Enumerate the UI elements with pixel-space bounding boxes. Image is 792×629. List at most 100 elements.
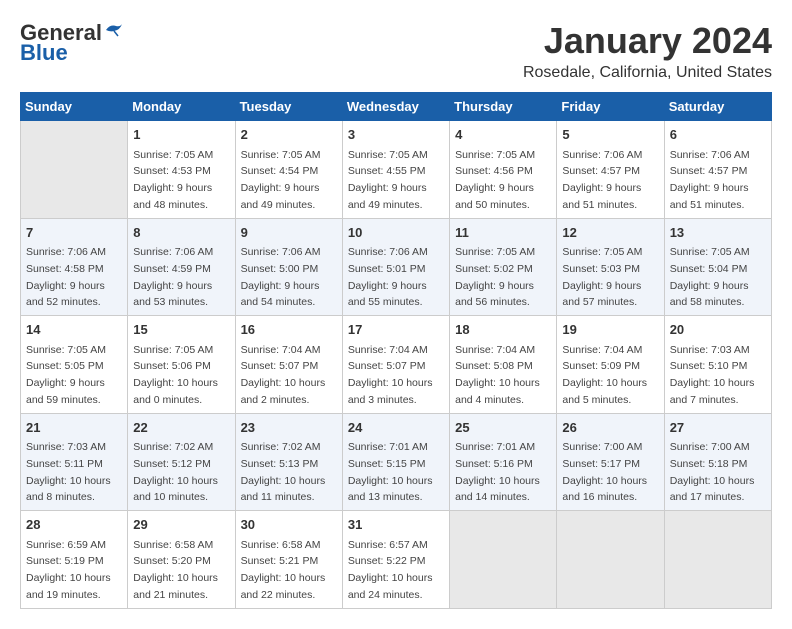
day-info: Sunrise: 7:04 AM Sunset: 5:09 PM Dayligh… <box>562 344 647 406</box>
week-row-4: 21 Sunrise: 7:03 AM Sunset: 5:11 PM Dayli… <box>21 413 772 511</box>
day-cell: 22 Sunrise: 7:02 AM Sunset: 5:12 PM Dayli… <box>128 413 235 511</box>
day-info: Sunrise: 7:05 AM Sunset: 5:04 PM Dayligh… <box>670 246 750 308</box>
day-cell: 19 Sunrise: 7:04 AM Sunset: 5:09 PM Dayli… <box>557 316 664 414</box>
month-title: January 2024 <box>523 20 772 62</box>
day-cell: 29 Sunrise: 6:58 AM Sunset: 5:20 PM Dayli… <box>128 511 235 609</box>
day-cell: 13 Sunrise: 7:05 AM Sunset: 5:04 PM Dayli… <box>664 218 771 316</box>
day-info: Sunrise: 7:05 AM Sunset: 5:02 PM Dayligh… <box>455 246 535 308</box>
day-number: 4 <box>455 125 551 145</box>
day-number: 15 <box>133 320 229 340</box>
day-number: 14 <box>26 320 122 340</box>
day-info: Sunrise: 6:58 AM Sunset: 5:20 PM Dayligh… <box>133 539 218 601</box>
day-cell: 16 Sunrise: 7:04 AM Sunset: 5:07 PM Dayli… <box>235 316 342 414</box>
day-cell: 7 Sunrise: 7:06 AM Sunset: 4:58 PM Daylig… <box>21 218 128 316</box>
week-row-3: 14 Sunrise: 7:05 AM Sunset: 5:05 PM Dayli… <box>21 316 772 414</box>
day-number: 13 <box>670 223 766 243</box>
day-number: 9 <box>241 223 337 243</box>
day-number: 31 <box>348 515 444 535</box>
day-info: Sunrise: 7:06 AM Sunset: 5:00 PM Dayligh… <box>241 246 321 308</box>
day-info: Sunrise: 7:05 AM Sunset: 4:53 PM Dayligh… <box>133 149 213 211</box>
day-cell: 3 Sunrise: 7:05 AM Sunset: 4:55 PM Daylig… <box>342 121 449 219</box>
week-row-1: 1 Sunrise: 7:05 AM Sunset: 4:53 PM Daylig… <box>21 121 772 219</box>
day-info: Sunrise: 7:03 AM Sunset: 5:10 PM Dayligh… <box>670 344 755 406</box>
day-cell <box>664 511 771 609</box>
day-info: Sunrise: 7:05 AM Sunset: 4:56 PM Dayligh… <box>455 149 535 211</box>
day-info: Sunrise: 7:05 AM Sunset: 5:03 PM Dayligh… <box>562 246 642 308</box>
location-text: Rosedale, California, United States <box>523 64 772 82</box>
header-cell-wednesday: Wednesday <box>342 93 449 121</box>
day-number: 18 <box>455 320 551 340</box>
day-number: 6 <box>670 125 766 145</box>
day-cell: 18 Sunrise: 7:04 AM Sunset: 5:08 PM Dayli… <box>450 316 557 414</box>
day-info: Sunrise: 7:05 AM Sunset: 5:06 PM Dayligh… <box>133 344 218 406</box>
day-cell: 27 Sunrise: 7:00 AM Sunset: 5:18 PM Dayli… <box>664 413 771 511</box>
header-cell-monday: Monday <box>128 93 235 121</box>
day-number: 20 <box>670 320 766 340</box>
day-number: 2 <box>241 125 337 145</box>
day-number: 24 <box>348 418 444 438</box>
day-info: Sunrise: 7:00 AM Sunset: 5:18 PM Dayligh… <box>670 441 755 503</box>
day-number: 27 <box>670 418 766 438</box>
day-info: Sunrise: 7:04 AM Sunset: 5:08 PM Dayligh… <box>455 344 540 406</box>
day-number: 8 <box>133 223 229 243</box>
day-info: Sunrise: 7:05 AM Sunset: 4:55 PM Dayligh… <box>348 149 428 211</box>
day-info: Sunrise: 7:06 AM Sunset: 4:59 PM Dayligh… <box>133 246 213 308</box>
day-cell: 23 Sunrise: 7:02 AM Sunset: 5:13 PM Dayli… <box>235 413 342 511</box>
page-header: General Blue January 2024 Rosedale, Cali… <box>20 20 772 82</box>
day-info: Sunrise: 7:02 AM Sunset: 5:13 PM Dayligh… <box>241 441 326 503</box>
day-info: Sunrise: 7:02 AM Sunset: 5:12 PM Dayligh… <box>133 441 218 503</box>
day-info: Sunrise: 7:05 AM Sunset: 5:05 PM Dayligh… <box>26 344 106 406</box>
day-cell <box>21 121 128 219</box>
day-number: 1 <box>133 125 229 145</box>
day-cell: 25 Sunrise: 7:01 AM Sunset: 5:16 PM Dayli… <box>450 413 557 511</box>
logo-text-blue: Blue <box>20 40 68 66</box>
day-cell: 8 Sunrise: 7:06 AM Sunset: 4:59 PM Daylig… <box>128 218 235 316</box>
day-cell: 12 Sunrise: 7:05 AM Sunset: 5:03 PM Dayli… <box>557 218 664 316</box>
header-cell-tuesday: Tuesday <box>235 93 342 121</box>
day-info: Sunrise: 7:05 AM Sunset: 4:54 PM Dayligh… <box>241 149 321 211</box>
week-row-2: 7 Sunrise: 7:06 AM Sunset: 4:58 PM Daylig… <box>21 218 772 316</box>
day-info: Sunrise: 7:04 AM Sunset: 5:07 PM Dayligh… <box>348 344 433 406</box>
day-number: 29 <box>133 515 229 535</box>
day-cell: 30Sunrise: 6:58 AM Sunset: 5:21 PM Dayli… <box>235 511 342 609</box>
day-cell: 28 Sunrise: 6:59 AM Sunset: 5:19 PM Dayli… <box>21 511 128 609</box>
day-number: 12 <box>562 223 658 243</box>
day-cell: 9 Sunrise: 7:06 AM Sunset: 5:00 PM Daylig… <box>235 218 342 316</box>
header-cell-thursday: Thursday <box>450 93 557 121</box>
title-section: January 2024 Rosedale, California, Unite… <box>523 20 772 82</box>
day-number: 23 <box>241 418 337 438</box>
day-info: Sunrise: 6:59 AM Sunset: 5:19 PM Dayligh… <box>26 539 111 601</box>
day-info: Sunrise: 7:01 AM Sunset: 5:15 PM Dayligh… <box>348 441 433 503</box>
day-info: Sunrise: 7:03 AM Sunset: 5:11 PM Dayligh… <box>26 441 111 503</box>
day-number: 19 <box>562 320 658 340</box>
day-info: Sunrise: 7:06 AM Sunset: 4:57 PM Dayligh… <box>670 149 750 211</box>
day-cell: 2 Sunrise: 7:05 AM Sunset: 4:54 PM Daylig… <box>235 121 342 219</box>
day-number: 16 <box>241 320 337 340</box>
day-number: 3 <box>348 125 444 145</box>
day-number: 21 <box>26 418 122 438</box>
day-info: Sunrise: 7:04 AM Sunset: 5:07 PM Dayligh… <box>241 344 326 406</box>
day-cell: 1 Sunrise: 7:05 AM Sunset: 4:53 PM Daylig… <box>128 121 235 219</box>
day-cell: 4 Sunrise: 7:05 AM Sunset: 4:56 PM Daylig… <box>450 121 557 219</box>
day-number: 11 <box>455 223 551 243</box>
day-number: 28 <box>26 515 122 535</box>
logo: General Blue <box>20 20 124 66</box>
day-number: 10 <box>348 223 444 243</box>
week-row-5: 28 Sunrise: 6:59 AM Sunset: 5:19 PM Dayli… <box>21 511 772 609</box>
day-info: Sunrise: 7:06 AM Sunset: 4:58 PM Dayligh… <box>26 246 106 308</box>
day-number: 25 <box>455 418 551 438</box>
day-info: Sunrise: 7:00 AM Sunset: 5:17 PM Dayligh… <box>562 441 647 503</box>
day-number: 7 <box>26 223 122 243</box>
day-cell: 10Sunrise: 7:06 AM Sunset: 5:01 PM Dayli… <box>342 218 449 316</box>
day-number: 22 <box>133 418 229 438</box>
day-cell: 21 Sunrise: 7:03 AM Sunset: 5:11 PM Dayli… <box>21 413 128 511</box>
day-number: 26 <box>562 418 658 438</box>
day-cell: 17Sunrise: 7:04 AM Sunset: 5:07 PM Dayli… <box>342 316 449 414</box>
day-cell: 26 Sunrise: 7:00 AM Sunset: 5:17 PM Dayli… <box>557 413 664 511</box>
header-cell-saturday: Saturday <box>664 93 771 121</box>
day-cell: 20 Sunrise: 7:03 AM Sunset: 5:10 PM Dayli… <box>664 316 771 414</box>
day-info: Sunrise: 7:01 AM Sunset: 5:16 PM Dayligh… <box>455 441 540 503</box>
day-cell: 24 Sunrise: 7:01 AM Sunset: 5:15 PM Dayli… <box>342 413 449 511</box>
calendar-table: SundayMondayTuesdayWednesdayThursdayFrid… <box>20 92 772 609</box>
day-cell: 31Sunrise: 6:57 AM Sunset: 5:22 PM Dayli… <box>342 511 449 609</box>
